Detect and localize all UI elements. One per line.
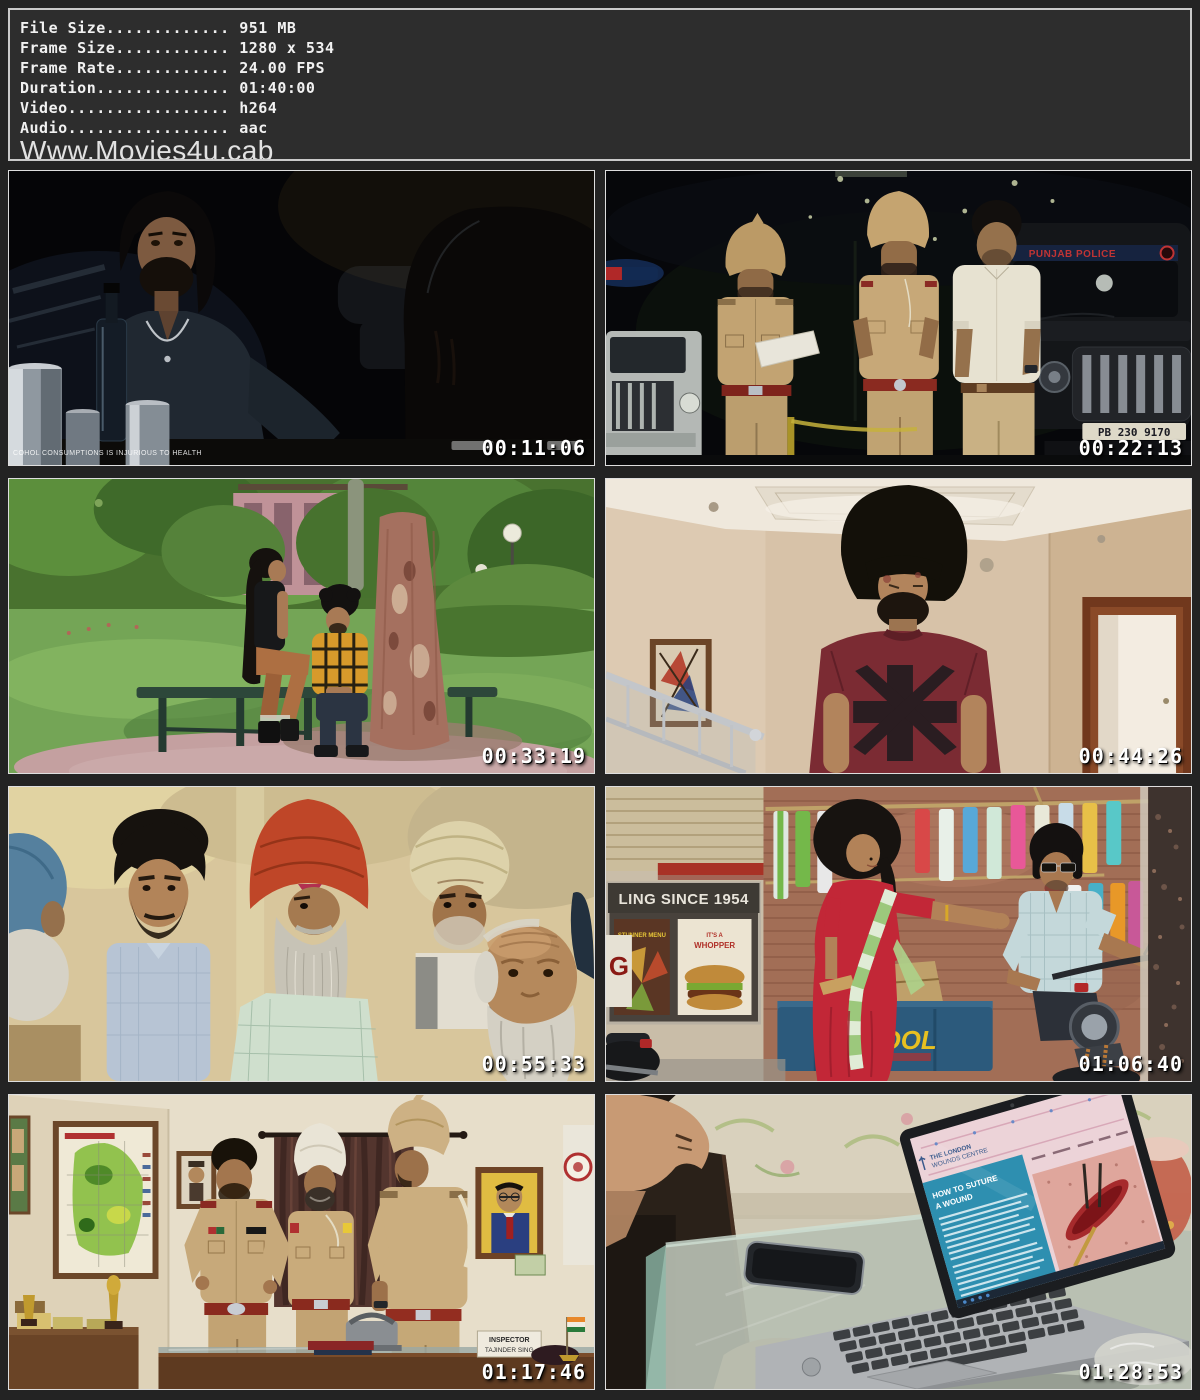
health-warning-text: COHOL CONSUMPTIONS IS INJURIOUS TO HEALT… <box>13 450 202 457</box>
tshirt-flag-print <box>853 665 957 761</box>
wall-banner <box>563 1125 594 1265</box>
itsa-text: IT'S A <box>706 933 723 939</box>
screenshot-thumb-3: 00:33:19 <box>8 478 595 774</box>
nameplate-line1: INSPECTOR <box>489 1337 529 1344</box>
screenshot-grid: COHOL CONSUMPTIONS IS INJURIOUS TO HEALT… <box>8 170 1192 1390</box>
info-frame-size: Frame Size............ 1280 x 534 <box>20 38 1190 58</box>
screenshot-thumb-2: PUNJAB POLICE PB 230 9170 <box>605 170 1192 466</box>
wall-map <box>53 1121 159 1279</box>
timestamp-7: 01:17:46 <box>482 1360 586 1384</box>
hp-logo <box>802 1358 820 1376</box>
screenshot-thumb-5: 00:55:33 <box>8 786 595 1082</box>
left-edge-frame <box>9 1117 29 1213</box>
palm-trunk-small <box>348 479 364 591</box>
whopper-text: WHOPPER <box>694 941 735 950</box>
man-silhouette-right <box>404 207 594 465</box>
screenshot-thumb-6: LING SINCE 1954 STUNNER MENU IT'S A WHOP… <box>605 786 1192 1082</box>
screenshot-thumb-1: COHOL CONSUMPTIONS IS INJURIOUS TO HEALT… <box>8 170 595 466</box>
scene-street: LING SINCE 1954 STUNNER MENU IT'S A WHOP… <box>606 787 1191 1081</box>
timestamp-6: 01:06:40 <box>1079 1052 1183 1076</box>
granite-pillar <box>1148 787 1191 1081</box>
cop-center-office <box>288 1123 354 1360</box>
screenshot-thumb-7: INSPECTOR TAJINDER SING 01:17:46 <box>8 1094 595 1390</box>
punjab-police-sign: PUNJAB POLICE <box>1029 249 1116 260</box>
scene-park <box>9 479 594 773</box>
screenshot-thumb-4: 00:44:26 <box>605 478 1192 774</box>
timestamp-3: 00:33:19 <box>482 744 586 768</box>
screenshot-thumb-8: THE LONDON WOUNDS CENTRE HOW TO SUTURE A… <box>605 1094 1192 1390</box>
scene-laptop: THE LONDON WOUNDS CENTRE HOW TO SUTURE A… <box>606 1095 1191 1389</box>
page: File Size............. 951 MB Frame Size… <box>0 0 1200 1398</box>
site-name: Www.Movies4u.cab <box>20 136 1190 161</box>
timestamp-8: 01:28:53 <box>1079 1360 1183 1384</box>
young-man <box>107 809 211 1081</box>
shop-sign-text: LING SINCE 1954 <box>619 891 750 908</box>
timestamp-5: 00:55:33 <box>482 1052 586 1076</box>
timestamp-4: 00:44:26 <box>1079 744 1183 768</box>
timestamp-2: 00:22:13 <box>1079 436 1183 460</box>
small-green-frame <box>515 1255 545 1275</box>
scene-night-police: PUNJAB POLICE PB 230 9170 <box>606 171 1191 465</box>
nameplate-line2: TAJINDER SING <box>485 1347 534 1354</box>
info-frame-rate: Frame Rate............ 24.00 FPS <box>20 58 1190 78</box>
scene-crowd <box>9 787 594 1081</box>
scene-police-office: INSPECTOR TAJINDER SING <box>9 1095 594 1389</box>
info-duration: Duration.............. 01:40:00 <box>20 78 1190 98</box>
ambedkar-portrait <box>475 1167 543 1259</box>
timestamp-1: 00:11:06 <box>482 436 586 460</box>
info-file-size: File Size............. 951 MB <box>20 18 1190 38</box>
scene-night-drink <box>9 171 594 465</box>
scene-home-interior <box>606 479 1191 773</box>
g-letter: G <box>609 953 629 981</box>
info-video: Video................. h264 <box>20 98 1190 118</box>
media-info-panel: File Size............. 951 MB Frame Size… <box>8 8 1192 161</box>
